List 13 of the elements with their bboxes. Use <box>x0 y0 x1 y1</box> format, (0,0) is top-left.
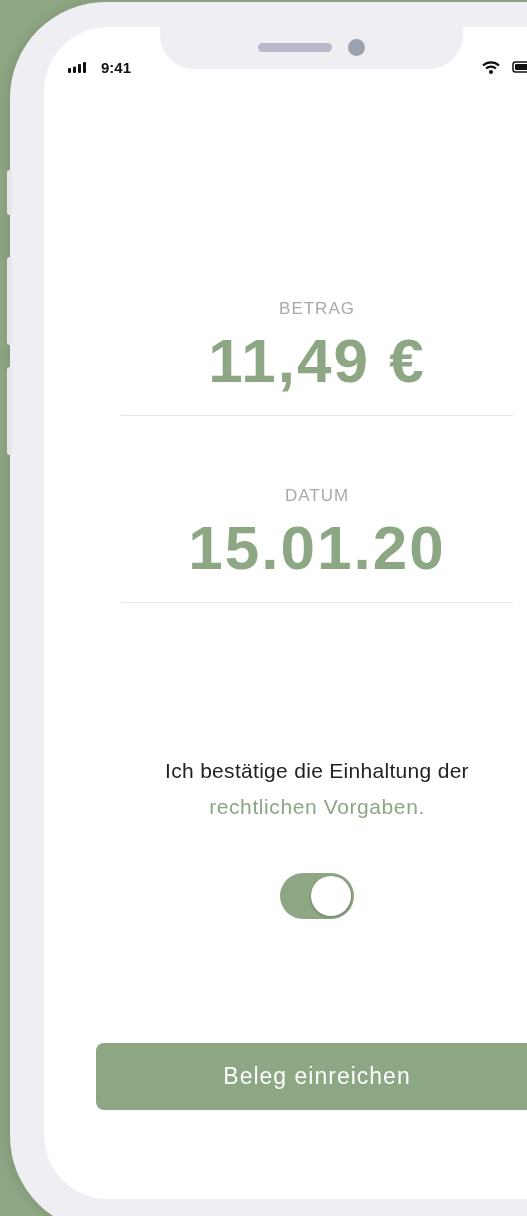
status-time: 9:41 <box>101 58 132 76</box>
toggle-switch[interactable] <box>280 873 354 919</box>
field-label: DATUM <box>284 486 350 506</box>
speaker-icon <box>258 42 332 52</box>
submit-button[interactable]: Beleg einreichen <box>96 1043 527 1110</box>
legal-link[interactable]: rechtlichen Vorgaben. <box>209 795 425 818</box>
wifi-icon <box>482 60 500 74</box>
camera-icon <box>348 38 365 56</box>
consent-text: Ich bestätige die Einhaltung der rechtlichen Vorgaben. <box>164 758 470 820</box>
signal-icon <box>68 61 86 73</box>
field-value: 11,49 € <box>208 325 426 397</box>
field-label: BETRAG <box>279 299 355 319</box>
field-value: 15.01.20 <box>188 512 446 584</box>
